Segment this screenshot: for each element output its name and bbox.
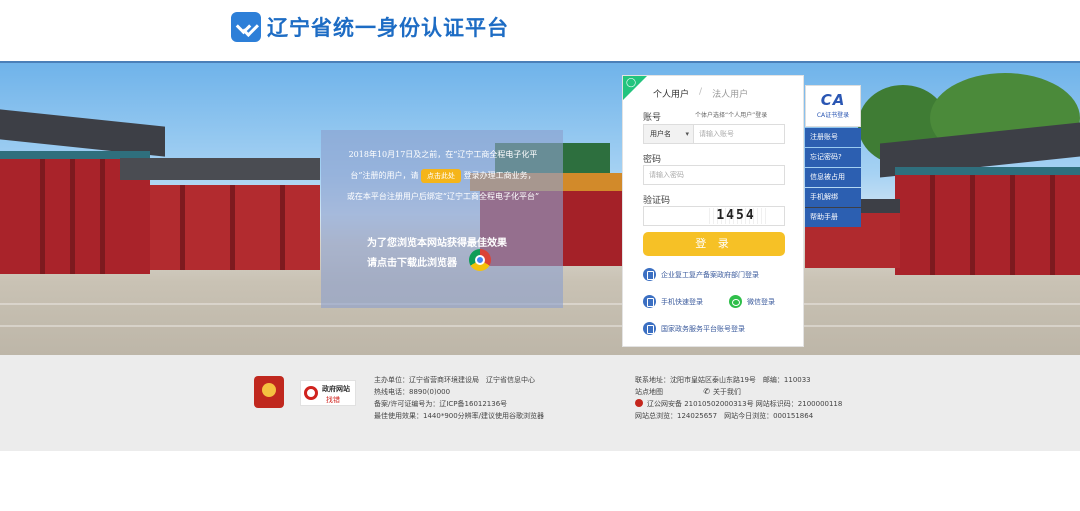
logo-icon xyxy=(231,12,261,42)
password-label: 密码 xyxy=(643,155,662,165)
tab-legal[interactable]: 法人用户 xyxy=(712,87,748,100)
login-tabs: 个人用户 / 法人用户 xyxy=(653,87,748,100)
gov-badge-title: 政府网站 xyxy=(322,385,350,393)
user-icon: ◯ xyxy=(626,78,637,88)
phone-icon: ✆ xyxy=(703,387,710,396)
emblem-icon[interactable] xyxy=(254,376,284,408)
alt-login-national[interactable]: 国家政务服务平台账号登录 xyxy=(643,322,745,335)
notice-panel: 2018年10月17日及之前，在“辽宁工商全程电子化平 台”注册的用户，请 点击… xyxy=(321,130,563,308)
alt-login-wechat-label: 微信登录 xyxy=(747,297,775,306)
footer-links: 站点地图 ✆ 关于我们 xyxy=(635,386,842,398)
account-type-select[interactable]: 用户名 xyxy=(644,125,694,143)
gov-service-icon xyxy=(643,322,656,335)
browser-tip-line-2[interactable]: 请点击下载此浏览器 xyxy=(367,254,517,274)
footer-icp[interactable]: 备案/许可证编号为：辽ICP备16012136号 xyxy=(374,398,544,410)
register-link[interactable]: 注册账号 xyxy=(805,128,861,147)
police-badge-icon xyxy=(635,399,643,407)
footer-sponsor: 主办单位：辽宁省营商环境建设局 辽宁省信息中心 xyxy=(374,376,535,384)
notice-line-2: 台”注册的用户，请 点击此处 登录办理工商业务， xyxy=(341,165,545,186)
footer-hotline: 热线电话：8890(0)000 xyxy=(374,388,451,396)
click-here-button[interactable]: 点击此处 xyxy=(421,169,462,183)
site-footer: 政府网站 找错 主办单位：辽宁省营商环境建设局 辽宁省信息中心 热线电话：889… xyxy=(0,355,1080,451)
password-input[interactable]: 请输入密码 xyxy=(643,165,785,185)
alt-login-enterprise-label: 企业复工复产备案政府部门登录 xyxy=(661,270,759,279)
alt-login-phone[interactable]: 手机快速登录 xyxy=(643,295,703,308)
chrome-icon[interactable] xyxy=(469,249,491,271)
notice-line-1: 2018年10月17日及之前，在“辽宁工商全程电子化平 xyxy=(348,150,538,159)
info-occupied-link[interactable]: 信息被占用 xyxy=(805,168,861,187)
ca-logo: CA xyxy=(820,91,846,109)
alt-login-enterprise[interactable]: 企业复工复产备案政府部门登录 xyxy=(643,268,759,281)
site-title: 辽宁省统一身份认证平台 xyxy=(267,16,509,40)
hero-banner: 2018年10月17日及之前，在“辽宁工商全程电子化平 台”注册的用户，请 点击… xyxy=(0,63,1080,355)
notice-text: 2018年10月17日及之前，在“辽宁工商全程电子化平 台”注册的用户，请 点击… xyxy=(341,144,545,207)
account-input[interactable]: 请输入账号 xyxy=(694,125,784,143)
footer-address: 联系地址：沈阳市皇姑区泰山东路19号 邮编：110033 xyxy=(635,376,811,384)
site-header: 辽宁省统一身份认证平台 xyxy=(0,0,1080,63)
browser-tip-line-1: 为了您浏览本网站获得最佳效果 xyxy=(367,238,507,249)
wechat-icon xyxy=(729,295,742,308)
browser-tip: 为了您浏览本网站获得最佳效果 请点击下载此浏览器 xyxy=(367,234,517,274)
tab-separator: / xyxy=(699,87,703,97)
ca-login-label: CA证书登录 xyxy=(816,112,850,119)
account-label: 账号 xyxy=(643,113,662,123)
courtyard-line xyxy=(0,325,1080,327)
footer-info-left: 主办单位：辽宁省营商环境建设局 辽宁省信息中心 热线电话：8890(0)000 … xyxy=(374,374,544,422)
footer-police[interactable]: 辽公网安备 21010502000313号 网站标识码：2100000118 xyxy=(635,398,842,410)
gov-website-badge[interactable]: 政府网站 找错 xyxy=(300,380,356,406)
alt-login-national-label: 国家政务服务平台账号登录 xyxy=(661,324,745,333)
captcha-label: 验证码 xyxy=(643,196,671,206)
sitemap-link[interactable]: 站点地图 xyxy=(635,388,663,396)
alt-login-phone-label: 手机快速登录 xyxy=(661,297,703,306)
footer-best-view: 最佳使用效果：1440*900分辨率/建议使用谷歌浏览器 xyxy=(374,412,545,420)
account-hint: 个体户选择“个人用户”登录 xyxy=(695,112,768,119)
gov-badge-sub: 找错 xyxy=(326,396,340,404)
forgot-password-link[interactable]: 忘记密码? xyxy=(805,148,861,167)
building-icon xyxy=(643,268,656,281)
login-button[interactable]: 登 录 xyxy=(643,232,785,256)
captcha-input[interactable]: 1454 xyxy=(643,206,785,226)
login-panel: ◯ 个人用户 / 法人用户 账号 个体户选择“个人用户”登录 用户名 请输入账号… xyxy=(622,75,804,347)
ca-menu: CA CA证书登录 注册账号 忘记密码? 信息被占用 手机解绑 帮助手册 xyxy=(805,85,861,227)
notice-line-2a: 台”注册的用户，请 xyxy=(350,171,419,180)
alt-login-wechat[interactable]: 微信登录 xyxy=(729,295,775,308)
site-logo[interactable]: 辽宁省统一身份认证平台 xyxy=(231,12,509,42)
notice-line-3: 或在本平台注册用户后绑定“辽宁工商全程电子化平台” xyxy=(346,192,540,201)
about-link[interactable]: 关于我们 xyxy=(713,388,741,396)
phone-unbind-link[interactable]: 手机解绑 xyxy=(805,188,861,207)
captcha-image[interactable]: 1454 xyxy=(706,208,766,224)
ca-login-button[interactable]: CA CA证书登录 xyxy=(805,85,861,127)
tab-personal[interactable]: 个人用户 xyxy=(653,87,689,100)
about-link-wrap[interactable]: ✆ 关于我们 xyxy=(703,387,741,396)
footer-info-right: 联系地址：沈阳市皇姑区泰山东路19号 邮编：110033 站点地图 ✆ 关于我们 … xyxy=(635,374,842,422)
footer-visits: 网站总浏览：124025657 网站今日浏览：000151864 xyxy=(635,412,814,420)
notice-line-2b: 登录办理工商业务， xyxy=(463,171,536,180)
help-manual-link[interactable]: 帮助手册 xyxy=(805,208,861,227)
phone-icon xyxy=(643,295,656,308)
footer-police-text: 辽公网安备 21010502000313号 网站标识码：2100000118 xyxy=(647,400,843,408)
account-row: 用户名 请输入账号 xyxy=(643,124,785,144)
gov-badge-icon xyxy=(304,386,318,400)
